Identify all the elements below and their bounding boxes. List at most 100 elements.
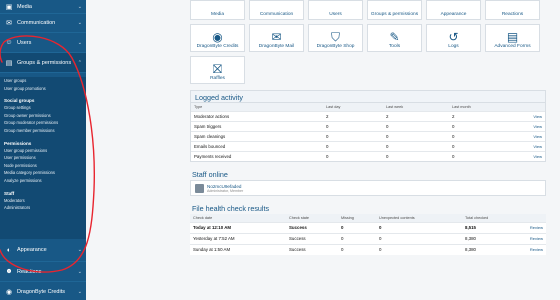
unexpected-count: 0 [376, 243, 462, 255]
check-date: Sunday at 1:50 AM [190, 243, 286, 255]
activity-day: 0 [323, 130, 383, 141]
column-header: Type [191, 103, 323, 111]
nav-link-user-groups[interactable]: User groups [4, 77, 86, 85]
review-link[interactable]: Review [522, 243, 546, 255]
gift-icon: ⛝ [212, 62, 223, 76]
column-header: Missing [338, 214, 376, 222]
groups-submenu: User groups User group promotions Social… [0, 77, 86, 239]
nav-link-media-category-permissions[interactable]: Media category permissions [4, 169, 86, 177]
check-state: Success [286, 221, 338, 233]
tile-label: Logs [448, 44, 459, 49]
nav-link-group-moderator-permissions[interactable]: Group moderator permissions [4, 119, 86, 127]
tile-logs[interactable]: ↺ Logs [426, 24, 481, 52]
credits-icon: ◉ [5, 288, 13, 296]
nav-heading-social-groups: Social groups [4, 98, 35, 104]
tile-advanced-forms[interactable]: ▤ Advanced Forms [485, 24, 540, 52]
tile-dragonbyte-credits[interactable]: ◉ DragonByte Credits [190, 24, 245, 52]
nav-link-user-group-promotions[interactable]: User group promotions [4, 85, 86, 93]
review-link[interactable]: Review [522, 232, 546, 244]
staff-name-link[interactable]: No2mcU9efaded [207, 184, 243, 189]
tile-label: Media [210, 12, 225, 17]
forms-icon: ▤ [506, 30, 519, 44]
tile-label: Communication [259, 12, 294, 17]
nav-groups-permissions[interactable]: ▤ Groups & permissions ⌃ [0, 53, 86, 73]
nav-link-group-settings[interactable]: Group settings [4, 104, 86, 112]
avatar[interactable] [195, 183, 204, 193]
nav-groups-label: Groups & permissions [17, 59, 72, 66]
nav-users[interactable]: ☺ Users ⌄ [0, 33, 86, 53]
tile-raffles[interactable]: ⛝ Raffles [190, 56, 245, 84]
view-link[interactable]: View [527, 130, 545, 141]
main-content: Media Communication Users Groups & permi… [190, 0, 546, 255]
nav-reactions[interactable]: ☻ Reactions ⌄ [0, 262, 86, 282]
activity-month: 0 [449, 120, 527, 131]
total-checked: 8,380 [462, 232, 522, 244]
table-row: Spam triggers 0 0 0 View [191, 120, 545, 131]
total-checked: 8,380 [462, 243, 522, 255]
nav-media-label: Media [17, 3, 32, 10]
activity-type: Spam triggers [191, 120, 323, 131]
shop-icon: ⛉ [330, 30, 340, 44]
image-icon: ▣ [5, 3, 13, 11]
chevron-up-icon: ⌃ [77, 59, 82, 66]
nav-appearance[interactable]: ◐ Appearance ⌄ [0, 239, 86, 262]
nav-link-group-owner-permissions[interactable]: Group owner permissions [4, 112, 86, 120]
nav-communication[interactable]: ✉ Communication ⌄ [0, 14, 86, 33]
table-row: Moderator actions 2 2 2 View [191, 110, 545, 121]
tile-label: DragonByte Mail [258, 44, 295, 49]
nav-link-node-permissions[interactable]: Node permissions [4, 162, 86, 170]
tile-label: Users [329, 12, 342, 17]
tile-dragonbyte-mail[interactable]: ✉ DragonByte Mail [249, 24, 304, 52]
tile-dragonbyte-shop[interactable]: ⛉ DragonByte Shop [308, 24, 363, 52]
nav-link-administrators[interactable]: Administrators [4, 204, 86, 212]
tile-row-3: ⛝ Raffles [190, 56, 546, 84]
review-link[interactable]: Review [522, 221, 546, 233]
missing-count: 0 [338, 243, 376, 255]
tile-groups-permissions[interactable]: Groups & permissions [367, 0, 422, 20]
view-link[interactable]: View [527, 110, 545, 121]
view-link[interactable]: View [527, 140, 545, 151]
activity-week: 0 [383, 140, 449, 151]
tile-communication[interactable]: Communication [249, 0, 304, 20]
chevron-down-icon: ⌄ [77, 20, 82, 26]
users-icon: ☺ [5, 39, 13, 46]
nav-link-analyze-permissions[interactable]: Analyze permissions [4, 177, 86, 185]
staff-member: No2mcU9efaded Administrator, Member [190, 180, 546, 196]
view-link[interactable]: View [527, 120, 545, 131]
nav-dragonbyte-credits[interactable]: ◉ DragonByte Credits ⌄ [0, 282, 86, 300]
tile-label: DragonByte Shop [316, 44, 355, 49]
check-date: Today at 12:10 AM [190, 221, 286, 233]
staff-online-title: Staff online [192, 170, 228, 179]
view-link[interactable]: View [527, 150, 545, 161]
activity-type: Spam cleanings [191, 130, 323, 141]
nav-appearance-label: Appearance [17, 247, 47, 253]
palette-icon: ◐ [6, 246, 12, 254]
tile-media[interactable]: Media [190, 0, 245, 20]
check-state: Success [286, 243, 338, 255]
table-header-row: Type Last day Last week Last month [191, 103, 545, 111]
missing-count: 0 [338, 221, 376, 233]
activity-week: 0 [383, 120, 449, 131]
nav-link-group-member-permissions[interactable]: Group member permissions [4, 127, 86, 135]
tile-tools[interactable]: ✎ Tools [367, 24, 422, 52]
column-header: Check state [286, 214, 338, 222]
chat-icon: ✉ [6, 20, 12, 27]
tile-label: Appearance [440, 12, 467, 17]
tile-label: Tools [388, 44, 401, 49]
column-header: Last week [383, 103, 449, 111]
nav-communication-label: Communication [17, 20, 56, 26]
staff-online-block: Staff online No2mcU9efaded Administrator… [190, 168, 546, 196]
nav-link-user-group-permissions[interactable]: User group permissions [4, 147, 86, 155]
nav-media[interactable]: ▣ Media ⌄ [0, 0, 86, 14]
unexpected-count: 0 [376, 221, 462, 233]
activity-week: 0 [383, 150, 449, 161]
tile-reactions[interactable]: Reactions [485, 0, 540, 20]
tile-users[interactable]: Users [308, 0, 363, 20]
tile-appearance[interactable]: Appearance [426, 0, 481, 20]
missing-count: 0 [338, 232, 376, 244]
unexpected-count: 0 [376, 232, 462, 244]
nav-link-moderators[interactable]: Moderators [4, 197, 86, 205]
nav-link-user-permissions[interactable]: User permissions [4, 154, 86, 162]
file-health-table: Check date Check state Missing Unexpecte… [190, 214, 546, 255]
column-header [527, 103, 545, 111]
